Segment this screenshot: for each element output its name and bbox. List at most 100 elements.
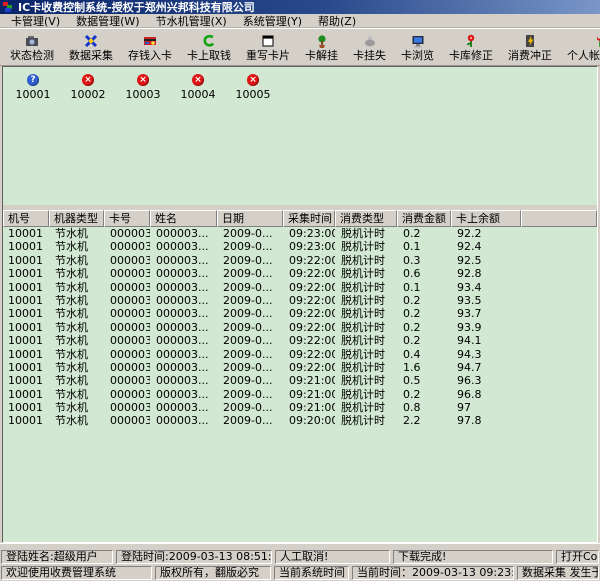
col-header-card-balance[interactable]: 卡上余额 — [451, 210, 521, 227]
toolbar-card-browse-button[interactable]: 卡浏览 — [397, 31, 438, 63]
cell-collect-time: 09:23:00 — [283, 227, 335, 240]
cell-consume-type: 脱机计时 — [335, 321, 397, 334]
toolbar-status-check-button[interactable]: 状态检测 — [6, 31, 58, 63]
table-row[interactable]: 10001 节水机 000003 000003... 2009-0... 09:… — [3, 321, 597, 334]
toolbar-data-collect-button[interactable]: 数据采集 — [65, 31, 117, 63]
status-copyright: 版权所有，翻版必究 — [155, 566, 271, 580]
cell-filler — [521, 240, 597, 253]
toolbar-rewrite-card-button[interactable]: 重写卡片 — [242, 31, 294, 63]
toolbar-label: 状态检测 — [10, 50, 54, 61]
cell-machine-no: 10001 — [3, 240, 49, 253]
cell-machine-type: 节水机 — [49, 321, 104, 334]
machine-node-10003[interactable]: × 10003 — [122, 74, 164, 101]
cell-consume-type: 脱机计时 — [335, 307, 397, 320]
app-icon[interactable] — [3, 1, 15, 13]
menu-data-management[interactable]: 数据管理(W) — [69, 13, 146, 29]
cell-card-balance: 92.4 — [451, 240, 521, 253]
toolbar-personal-account-detail-button[interactable]: 个人帐户明细 — [563, 31, 600, 63]
cell-collect-time: 09:21:00 — [283, 401, 335, 414]
cell-consume-amount: 0.1 — [397, 281, 451, 294]
withdraw-from-card-icon — [201, 33, 217, 49]
cell-card-balance: 92.8 — [451, 267, 521, 280]
col-header-machine-type[interactable]: 机器类型 — [49, 210, 104, 227]
table-row[interactable]: 10001 节水机 000003 000003... 2009-0... 09:… — [3, 361, 597, 374]
toolbar-deposit-to-card-button[interactable]: 存钱入卡 — [124, 31, 176, 63]
machine-node-10005[interactable]: × 10005 — [232, 74, 274, 101]
cell-machine-no: 10001 — [3, 401, 49, 414]
col-header-consume-type[interactable]: 消费类型 — [335, 210, 397, 227]
cell-machine-type: 节水机 — [49, 227, 104, 240]
menu-card-management[interactable]: 卡管理(V) — [4, 13, 67, 29]
cell-consume-type: 脱机计时 — [335, 294, 397, 307]
status-bar-2: 欢迎使用收费管理系统 版权所有，翻版必究 当前系统时间 当前时间：2009-03… — [0, 565, 600, 581]
records-table: 机号 机器类型 卡号 姓名 日期 采集时间 消费类型 消费金额 卡上余额 100… — [3, 205, 597, 542]
cell-card-no: 000003 — [104, 374, 150, 387]
table-row[interactable]: 10001 节水机 000003 000003... 2009-0... 09:… — [3, 267, 597, 280]
menu-system-management[interactable]: 系统管理(Y) — [236, 13, 309, 29]
cell-filler — [521, 267, 597, 280]
cell-date: 2009-0... — [217, 321, 283, 334]
machine-node-10004[interactable]: × 10004 — [177, 74, 219, 101]
col-header-consume-amount[interactable]: 消费金额 — [397, 210, 451, 227]
table-row[interactable]: 10001 节水机 000003 000003... 2009-0... 09:… — [3, 307, 597, 320]
cell-machine-no: 10001 — [3, 307, 49, 320]
cell-machine-no: 10001 — [3, 414, 49, 427]
machine-node-10001[interactable]: ? 10001 — [12, 74, 54, 101]
toolbar-card-unfreeze-button[interactable]: 卡解挂 — [301, 31, 342, 63]
cell-date: 2009-0... — [217, 240, 283, 253]
cell-consume-amount: 0.2 — [397, 388, 451, 401]
toolbar-card-db-fix-button[interactable]: 卡库修正 — [445, 31, 497, 63]
table-row[interactable]: 10001 节水机 000003 000003... 2009-0... 09:… — [3, 414, 597, 427]
menu-help[interactable]: 帮助(Z) — [311, 13, 363, 29]
table-row[interactable]: 10001 节水机 000003 000003... 2009-0... 09:… — [3, 334, 597, 347]
col-header-machine-no[interactable]: 机号 — [3, 210, 49, 227]
cell-machine-type: 节水机 — [49, 401, 104, 414]
menu-machine-management[interactable]: 节水机管理(X) — [149, 13, 234, 29]
status-data-collect-event: 数据采集 发生于2009 — [517, 566, 599, 580]
cell-name: 000003... — [150, 388, 217, 401]
data-collect-icon — [83, 33, 99, 49]
machine-node-10002[interactable]: × 10002 — [67, 74, 109, 101]
status-welcome: 欢迎使用收费管理系统 — [1, 566, 152, 580]
cell-card-balance: 92.5 — [451, 254, 521, 267]
cell-filler — [521, 334, 597, 347]
cell-card-no: 000003 — [104, 267, 150, 280]
col-header-collect-time[interactable]: 采集时间 — [283, 210, 335, 227]
table-row[interactable]: 10001 节水机 000003 000003... 2009-0... 09:… — [3, 348, 597, 361]
col-header-card-no[interactable]: 卡号 — [104, 210, 150, 227]
cell-card-balance: 96.8 — [451, 388, 521, 401]
cell-consume-type: 脱机计时 — [335, 267, 397, 280]
cell-name: 000003... — [150, 334, 217, 347]
toolbar-label: 卡上取钱 — [187, 50, 231, 61]
cell-card-no: 000003 — [104, 348, 150, 361]
table-row[interactable]: 10001 节水机 000003 000003... 2009-0... 09:… — [3, 227, 597, 240]
cell-date: 2009-0... — [217, 227, 283, 240]
toolbar-label: 个人帐户明细 — [567, 50, 600, 61]
error-status-icon: × — [82, 74, 94, 86]
cell-machine-type: 节水机 — [49, 334, 104, 347]
machine-id-label: 10003 — [126, 88, 161, 101]
cell-machine-type: 节水机 — [49, 361, 104, 374]
personal-account-detail-icon — [592, 33, 600, 49]
toolbar: 状态检测 数据采集 存钱入卡 卡上取钱 重写卡片 — [0, 28, 600, 66]
table-row[interactable]: 10001 节水机 000003 000003... 2009-0... 09:… — [3, 294, 597, 307]
table-row[interactable]: 10001 节水机 000003 000003... 2009-0... 09:… — [3, 254, 597, 267]
cell-machine-type: 节水机 — [49, 348, 104, 361]
cell-consume-amount: 0.6 — [397, 267, 451, 280]
cell-machine-no: 10001 — [3, 388, 49, 401]
table-row[interactable]: 10001 节水机 000003 000003... 2009-0... 09:… — [3, 388, 597, 401]
table-row[interactable]: 10001 节水机 000003 000003... 2009-0... 09:… — [3, 240, 597, 253]
error-status-icon: × — [137, 74, 149, 86]
table-row[interactable]: 10001 节水机 000003 000003... 2009-0... 09:… — [3, 401, 597, 414]
toolbar-withdraw-from-card-button[interactable]: 卡上取钱 — [183, 31, 235, 63]
col-header-name[interactable]: 姓名 — [150, 210, 217, 227]
toolbar-consume-reversal-button[interactable]: 消费冲正 — [504, 31, 556, 63]
cell-collect-time: 09:22:00 — [283, 254, 335, 267]
cell-date: 2009-0... — [217, 374, 283, 387]
cell-date: 2009-0... — [217, 388, 283, 401]
table-row[interactable]: 10001 节水机 000003 000003... 2009-0... 09:… — [3, 281, 597, 294]
toolbar-card-report-loss-button[interactable]: 卡挂失 — [349, 31, 390, 63]
col-header-date[interactable]: 日期 — [217, 210, 283, 227]
table-row[interactable]: 10001 节水机 000003 000003... 2009-0... 09:… — [3, 374, 597, 387]
cell-collect-time: 09:22:00 — [283, 267, 335, 280]
